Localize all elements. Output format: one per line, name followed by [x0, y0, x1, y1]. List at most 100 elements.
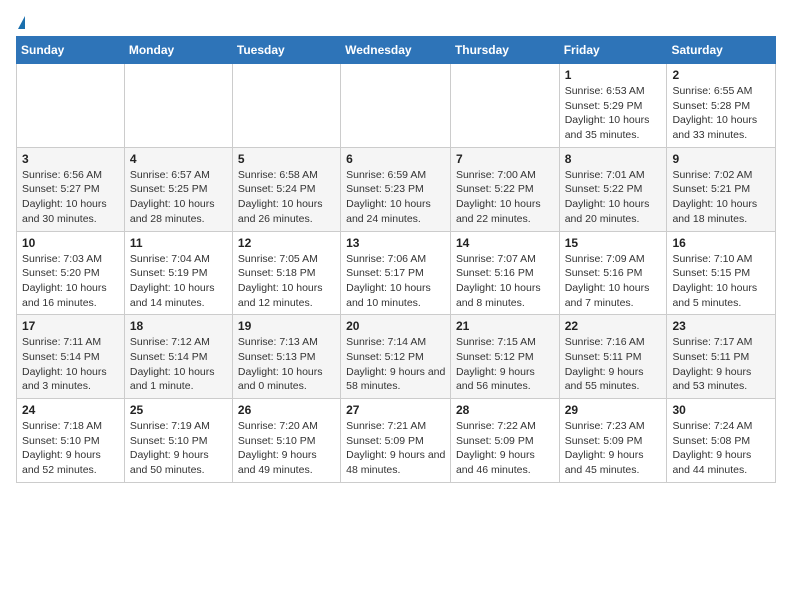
day-number: 17 — [22, 319, 120, 333]
calendar-cell: 18 Sunrise: 7:12 AM Sunset: 5:14 PM Dayli… — [124, 315, 232, 399]
day-info: Sunrise: 7:10 AM Sunset: 5:15 PM Dayligh… — [672, 252, 771, 311]
day-info: Sunrise: 7:03 AM Sunset: 5:20 PM Dayligh… — [22, 252, 120, 311]
day-info: Sunrise: 6:59 AM Sunset: 5:23 PM Dayligh… — [346, 168, 446, 227]
calendar-cell: 29 Sunrise: 7:23 AM Sunset: 5:09 PM Dayli… — [559, 399, 667, 483]
day-info: Sunrise: 7:04 AM Sunset: 5:19 PM Dayligh… — [130, 252, 228, 311]
calendar-week-row: 10 Sunrise: 7:03 AM Sunset: 5:20 PM Dayli… — [17, 231, 776, 315]
day-info: Sunrise: 7:16 AM Sunset: 5:11 PM Dayligh… — [565, 335, 663, 394]
day-info: Sunrise: 7:23 AM Sunset: 5:09 PM Dayligh… — [565, 419, 663, 478]
calendar-cell: 20 Sunrise: 7:14 AM Sunset: 5:12 PM Dayli… — [341, 315, 451, 399]
day-number: 21 — [456, 319, 555, 333]
day-info: Sunrise: 7:00 AM Sunset: 5:22 PM Dayligh… — [456, 168, 555, 227]
calendar-cell: 11 Sunrise: 7:04 AM Sunset: 5:19 PM Dayli… — [124, 231, 232, 315]
day-number: 1 — [565, 68, 663, 82]
logo-triangle-icon — [18, 16, 25, 29]
day-number: 11 — [130, 236, 228, 250]
day-info: Sunrise: 7:21 AM Sunset: 5:09 PM Dayligh… — [346, 419, 446, 478]
calendar-cell: 10 Sunrise: 7:03 AM Sunset: 5:20 PM Dayli… — [17, 231, 125, 315]
calendar-cell: 13Sunrise: 7:06 AM Sunset: 5:17 PM Dayli… — [341, 231, 451, 315]
day-info: Sunrise: 7:05 AM Sunset: 5:18 PM Dayligh… — [238, 252, 336, 311]
day-info: Sunrise: 6:58 AM Sunset: 5:24 PM Dayligh… — [238, 168, 336, 227]
day-number: 26 — [238, 403, 336, 417]
day-number: 29 — [565, 403, 663, 417]
weekday-header-row: SundayMondayTuesdayWednesdayThursdayFrid… — [17, 37, 776, 64]
calendar-cell: 12 Sunrise: 7:05 AM Sunset: 5:18 PM Dayli… — [232, 231, 340, 315]
day-number: 13 — [346, 236, 446, 250]
calendar-cell: 6 Sunrise: 6:59 AM Sunset: 5:23 PM Daylig… — [341, 147, 451, 231]
day-number: 28 — [456, 403, 555, 417]
day-info: Sunrise: 7:22 AM Sunset: 5:09 PM Dayligh… — [456, 419, 555, 478]
weekday-header-wednesday: Wednesday — [341, 37, 451, 64]
calendar-cell: 14 Sunrise: 7:07 AM Sunset: 5:16 PM Dayli… — [450, 231, 559, 315]
calendar-cell: 3 Sunrise: 6:56 AM Sunset: 5:27 PM Daylig… — [17, 147, 125, 231]
day-info: Sunrise: 7:14 AM Sunset: 5:12 PM Dayligh… — [346, 335, 446, 394]
day-number: 19 — [238, 319, 336, 333]
day-number: 16 — [672, 236, 771, 250]
day-number: 22 — [565, 319, 663, 333]
calendar-cell: 19 Sunrise: 7:13 AM Sunset: 5:13 PM Dayli… — [232, 315, 340, 399]
day-number: 8 — [565, 152, 663, 166]
day-info: Sunrise: 7:24 AM Sunset: 5:08 PM Dayligh… — [672, 419, 771, 478]
calendar-cell: 4Sunrise: 6:57 AM Sunset: 5:25 PM Daylig… — [124, 147, 232, 231]
day-number: 5 — [238, 152, 336, 166]
calendar-cell: 7Sunrise: 7:00 AM Sunset: 5:22 PM Daylig… — [450, 147, 559, 231]
calendar-header: SundayMondayTuesdayWednesdayThursdayFrid… — [17, 37, 776, 64]
day-info: Sunrise: 7:20 AM Sunset: 5:10 PM Dayligh… — [238, 419, 336, 478]
day-info: Sunrise: 7:15 AM Sunset: 5:12 PM Dayligh… — [456, 335, 555, 394]
day-number: 14 — [456, 236, 555, 250]
calendar-cell: 22 Sunrise: 7:16 AM Sunset: 5:11 PM Dayli… — [559, 315, 667, 399]
day-info: Sunrise: 6:55 AM Sunset: 5:28 PM Dayligh… — [672, 84, 771, 143]
calendar-table: SundayMondayTuesdayWednesdayThursdayFrid… — [16, 36, 776, 483]
logo-general — [16, 16, 25, 30]
day-number: 12 — [238, 236, 336, 250]
calendar-week-row: 3 Sunrise: 6:56 AM Sunset: 5:27 PM Daylig… — [17, 147, 776, 231]
calendar-cell: 9Sunrise: 7:02 AM Sunset: 5:21 PM Daylig… — [667, 147, 776, 231]
day-number: 6 — [346, 152, 446, 166]
day-number: 9 — [672, 152, 771, 166]
calendar-week-row: 1 Sunrise: 6:53 AM Sunset: 5:29 PM Daylig… — [17, 64, 776, 148]
day-info: Sunrise: 7:12 AM Sunset: 5:14 PM Dayligh… — [130, 335, 228, 394]
calendar-cell: 1 Sunrise: 6:53 AM Sunset: 5:29 PM Daylig… — [559, 64, 667, 148]
calendar-cell: 15Sunrise: 7:09 AM Sunset: 5:16 PM Dayli… — [559, 231, 667, 315]
day-number: 3 — [22, 152, 120, 166]
calendar-cell: 21 Sunrise: 7:15 AM Sunset: 5:12 PM Dayli… — [450, 315, 559, 399]
weekday-header-saturday: Saturday — [667, 37, 776, 64]
day-info: Sunrise: 6:56 AM Sunset: 5:27 PM Dayligh… — [22, 168, 120, 227]
calendar-cell: 2 Sunrise: 6:55 AM Sunset: 5:28 PM Daylig… — [667, 64, 776, 148]
day-info: Sunrise: 7:18 AM Sunset: 5:10 PM Dayligh… — [22, 419, 120, 478]
calendar-cell: 28 Sunrise: 7:22 AM Sunset: 5:09 PM Dayli… — [450, 399, 559, 483]
day-number: 23 — [672, 319, 771, 333]
calendar-cell: 30 Sunrise: 7:24 AM Sunset: 5:08 PM Dayli… — [667, 399, 776, 483]
calendar-cell: 8 Sunrise: 7:01 AM Sunset: 5:22 PM Daylig… — [559, 147, 667, 231]
day-info: Sunrise: 7:13 AM Sunset: 5:13 PM Dayligh… — [238, 335, 336, 394]
calendar-cell — [124, 64, 232, 148]
weekday-header-sunday: Sunday — [17, 37, 125, 64]
day-info: Sunrise: 7:09 AM Sunset: 5:16 PM Dayligh… — [565, 252, 663, 311]
day-info: Sunrise: 7:19 AM Sunset: 5:10 PM Dayligh… — [130, 419, 228, 478]
logo — [16, 16, 25, 28]
day-number: 20 — [346, 319, 446, 333]
day-info: Sunrise: 7:01 AM Sunset: 5:22 PM Dayligh… — [565, 168, 663, 227]
day-number: 2 — [672, 68, 771, 82]
calendar-cell: 25Sunrise: 7:19 AM Sunset: 5:10 PM Dayli… — [124, 399, 232, 483]
day-number: 18 — [130, 319, 228, 333]
calendar-week-row: 24Sunrise: 7:18 AM Sunset: 5:10 PM Dayli… — [17, 399, 776, 483]
calendar-cell — [17, 64, 125, 148]
weekday-header-thursday: Thursday — [450, 37, 559, 64]
calendar-cell — [450, 64, 559, 148]
calendar-body: 1 Sunrise: 6:53 AM Sunset: 5:29 PM Daylig… — [17, 64, 776, 483]
calendar-cell: 5 Sunrise: 6:58 AM Sunset: 5:24 PM Daylig… — [232, 147, 340, 231]
calendar-cell: 26 Sunrise: 7:20 AM Sunset: 5:10 PM Dayli… — [232, 399, 340, 483]
calendar-cell: 16 Sunrise: 7:10 AM Sunset: 5:15 PM Dayli… — [667, 231, 776, 315]
day-info: Sunrise: 6:53 AM Sunset: 5:29 PM Dayligh… — [565, 84, 663, 143]
calendar-cell: 17 Sunrise: 7:11 AM Sunset: 5:14 PM Dayli… — [17, 315, 125, 399]
day-number: 10 — [22, 236, 120, 250]
day-info: Sunrise: 7:11 AM Sunset: 5:14 PM Dayligh… — [22, 335, 120, 394]
header — [16, 16, 776, 28]
calendar-cell: 27 Sunrise: 7:21 AM Sunset: 5:09 PM Dayli… — [341, 399, 451, 483]
weekday-header-friday: Friday — [559, 37, 667, 64]
calendar-cell — [232, 64, 340, 148]
day-number: 30 — [672, 403, 771, 417]
day-number: 27 — [346, 403, 446, 417]
day-info: Sunrise: 7:07 AM Sunset: 5:16 PM Dayligh… — [456, 252, 555, 311]
